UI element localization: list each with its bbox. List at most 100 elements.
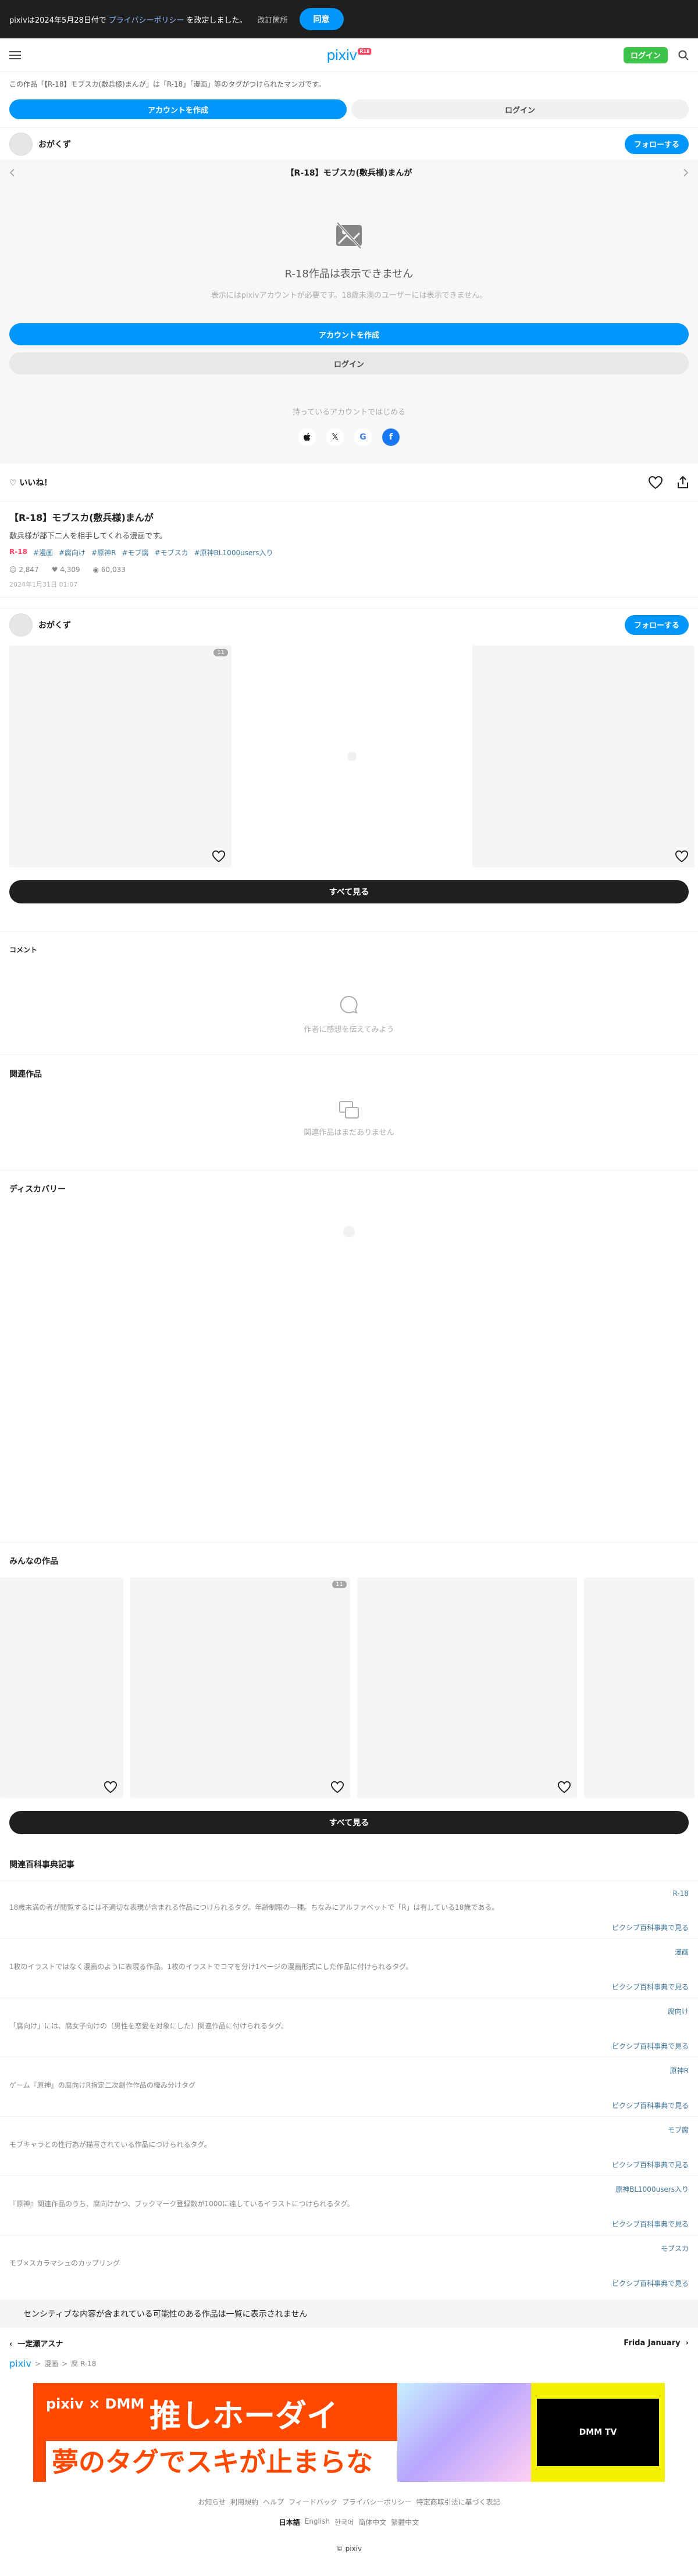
google-icon[interactable]: G [354, 428, 372, 446]
see-all-button-2[interactable]: すべて見る [9, 1811, 689, 1835]
encyclopedia-item[interactable]: 漫画 1枚のイラストではなく漫画のように表現る作品。1枚のイラストでコマを分け1… [0, 1938, 698, 1998]
footer-link[interactable]: プライバシーポリシー [342, 2497, 412, 2507]
everyone-title: みんなの作品 [9, 1557, 58, 1567]
encyclopedia-item[interactable]: モブ腐 モブキャラとの性行為が描写されている作品につけられるタグ。 ピクシブ百科… [0, 2116, 698, 2175]
social-caption: 持っているアカウントではじめる [292, 408, 406, 417]
tag-item[interactable]: #モブスカ [155, 548, 188, 558]
breadcrumb-item[interactable]: 漫画 [44, 2359, 58, 2368]
see-all-button[interactable]: すべて見る [9, 880, 689, 904]
encyclopedia-item[interactable]: 原神BL1000users入り 『原神』関連作品のうち、腐向けかつ、ブックマーク… [0, 2175, 698, 2235]
encyclopedia-tag[interactable]: 原神R [9, 2066, 689, 2075]
next-label: Frida January [624, 2338, 681, 2348]
apple-icon[interactable] [298, 428, 316, 446]
encyclopedia-more-link[interactable]: ピクシブ百科事典で見る [9, 1982, 689, 1992]
meta-caption: 敷兵様が部下二人を相手してくれる漫画です。 [9, 532, 167, 541]
hidden-image-icon [333, 219, 365, 252]
encyclopedia-item[interactable]: モブスカ モブ×スカラマシュのカップリング ピクシブ百科事典で見る [0, 2235, 698, 2294]
chevron-right-icon[interactable] [683, 168, 689, 177]
encyclopedia-tag[interactable]: R-18 [9, 1889, 689, 1898]
encyclopedia-more-link[interactable]: ピクシブ百科事典で見る [9, 2160, 689, 2170]
footer-link[interactable]: 特定商取引法に基づく表記 [416, 2497, 500, 2507]
encyclopedia-tag[interactable]: 原神BL1000users入り [9, 2184, 689, 2194]
tag-item[interactable]: #原神R [91, 548, 116, 558]
work-thumbnail[interactable] [584, 1577, 695, 1799]
prev-link[interactable]: ‹ 一定瀬アスナ [9, 2338, 63, 2349]
heart-icon[interactable] [557, 1781, 571, 1793]
banner-brand: pixiv × DMM [46, 2396, 145, 2413]
create-account-button[interactable]: アカウントを作成 [9, 99, 347, 120]
follow-button[interactable]: フォローする [624, 134, 689, 154]
work-thumbnail[interactable]: 11 [9, 645, 232, 868]
lang-option[interactable]: 日本語 [279, 2517, 300, 2527]
author-name[interactable]: おがくず [38, 138, 71, 150]
privacy-banner: pixivは2024年5月28日付で プライバシーポリシー を改定しました。 改… [0, 0, 698, 38]
like-button[interactable]: ♡ いいね！ [9, 477, 52, 488]
facebook-icon[interactable]: f [382, 428, 400, 446]
encyclopedia-tag[interactable]: 腐向け [9, 2006, 689, 2016]
share-icon[interactable] [677, 476, 689, 489]
tag-item[interactable]: #モブ腐 [122, 548, 148, 558]
restricted-viewer: 【R-18】モブスカ(敷兵様)まんが R-18作品は表示できません 表示にはpi… [0, 160, 698, 464]
encyclopedia-item[interactable]: 腐向け 「腐向け」には、腐女子向けの（男性を恋愛を対象にした）関連作品に付けられ… [0, 1998, 698, 2057]
encyclopedia-more-link[interactable]: ピクシブ百科事典で見る [9, 2100, 689, 2110]
lang-option[interactable]: English [305, 2517, 330, 2527]
work-thumbnail[interactable] [472, 645, 695, 868]
lang-option[interactable]: 한국어 [334, 2517, 354, 2527]
footer-link[interactable]: フィードバック [289, 2497, 337, 2507]
everyone-works: 11 [0, 1577, 698, 1799]
encyclopedia-section: 関連百科事典記事 R-18 18歳未満の者が閲覧するには不適切な表現が含まれる作… [0, 1859, 698, 2294]
tag-item[interactable]: #漫画 [33, 548, 53, 558]
author-name-2[interactable]: おがくず [38, 619, 71, 631]
work-thumbnail[interactable] [0, 1577, 123, 1799]
encyclopedia-more-link[interactable]: ピクシブ百科事典で見る [9, 2219, 689, 2229]
tag-list: R-18 #漫画 #腐向け #原神R #モブ腐 #モブスカ #原神BL1000u… [9, 548, 689, 558]
tag-item[interactable]: #腐向け [59, 548, 86, 558]
changes-link[interactable]: 改訂箇所 [258, 14, 288, 25]
footer-link[interactable]: 利用規約 [230, 2497, 258, 2507]
menu-icon[interactable] [9, 51, 21, 60]
encyclopedia-more-link[interactable]: ピクシブ百科事典で見る [9, 2278, 689, 2288]
encyclopedia-more-link[interactable]: ピクシブ百科事典で見る [9, 1923, 689, 1932]
footer-link[interactable]: お知らせ [198, 2497, 226, 2507]
x-icon[interactable]: 𝕏 [326, 428, 344, 446]
header-login-button[interactable]: ログイン [623, 47, 668, 63]
privacy-policy-link[interactable]: プライバシーポリシー [109, 14, 184, 25]
lang-option[interactable]: 简体中文 [358, 2517, 386, 2527]
encyclopedia-tag[interactable]: 漫画 [9, 1947, 689, 1957]
heart-icon[interactable] [104, 1781, 117, 1793]
search-icon[interactable] [678, 50, 689, 60]
work-thumbnail-loading[interactable] [241, 645, 463, 868]
encyclopedia-more-link[interactable]: ピクシブ百科事典で見る [9, 2041, 689, 2051]
tag-r18[interactable]: R-18 [9, 548, 27, 558]
avatar[interactable] [9, 132, 33, 156]
work-thumbnail[interactable] [357, 1577, 577, 1799]
heart-icon[interactable] [330, 1781, 344, 1793]
encyclopedia-tag[interactable]: モブスカ [9, 2243, 689, 2253]
heart-icon[interactable] [212, 850, 226, 863]
pixiv-logo[interactable]: pixiv R18 [326, 47, 372, 63]
footer-link[interactable]: ヘルプ [263, 2497, 284, 2507]
encyclopedia-tag[interactable]: モブ腐 [9, 2125, 689, 2135]
gallery-icon [339, 1101, 359, 1119]
breadcrumb-item[interactable]: 腐 R-18 [71, 2359, 96, 2368]
lang-option[interactable]: 繁體中文 [391, 2517, 419, 2527]
bookmark-count: ♥ 4,309 [51, 566, 80, 574]
view-count: ◉ 60,033 [92, 566, 126, 574]
bookmark-heart-icon[interactable] [648, 476, 663, 490]
login-button[interactable]: ログイン [351, 99, 689, 120]
encyclopedia-item[interactable]: R-18 18歳未満の者が閲覧するには不適切な表現が含まれる作品につけられるタグ… [0, 1881, 698, 1938]
next-link[interactable]: Frida January › [624, 2339, 689, 2348]
heart-icon[interactable] [675, 850, 689, 863]
tag-item[interactable]: #原神BL1000users入り [194, 548, 273, 558]
follow-button-2[interactable]: フォローする [624, 614, 689, 635]
ad-banner[interactable]: pixiv × DMM 推しホーダイ 夢のタグでスキが止まらない。 DMM TV [33, 2383, 665, 2482]
chevron-left-icon[interactable] [9, 168, 15, 177]
avatar[interactable] [9, 613, 33, 637]
encyclopedia-item[interactable]: 原神R ゲーム『原神』の腐向けR指定二次創作作品の棲み分けタグ ピクシブ百科事典… [0, 2057, 698, 2116]
work-thumbnail[interactable]: 11 [130, 1577, 350, 1799]
agree-button[interactable]: 同意 [299, 8, 344, 30]
create-account-button-2[interactable]: アカウントを作成 [9, 323, 689, 346]
breadcrumb-pixiv[interactable]: pixiv [9, 2358, 31, 2369]
pager: ‹ 一定瀬アスナ Frida January › [0, 2328, 698, 2358]
login-button-2[interactable]: ログイン [9, 352, 689, 375]
